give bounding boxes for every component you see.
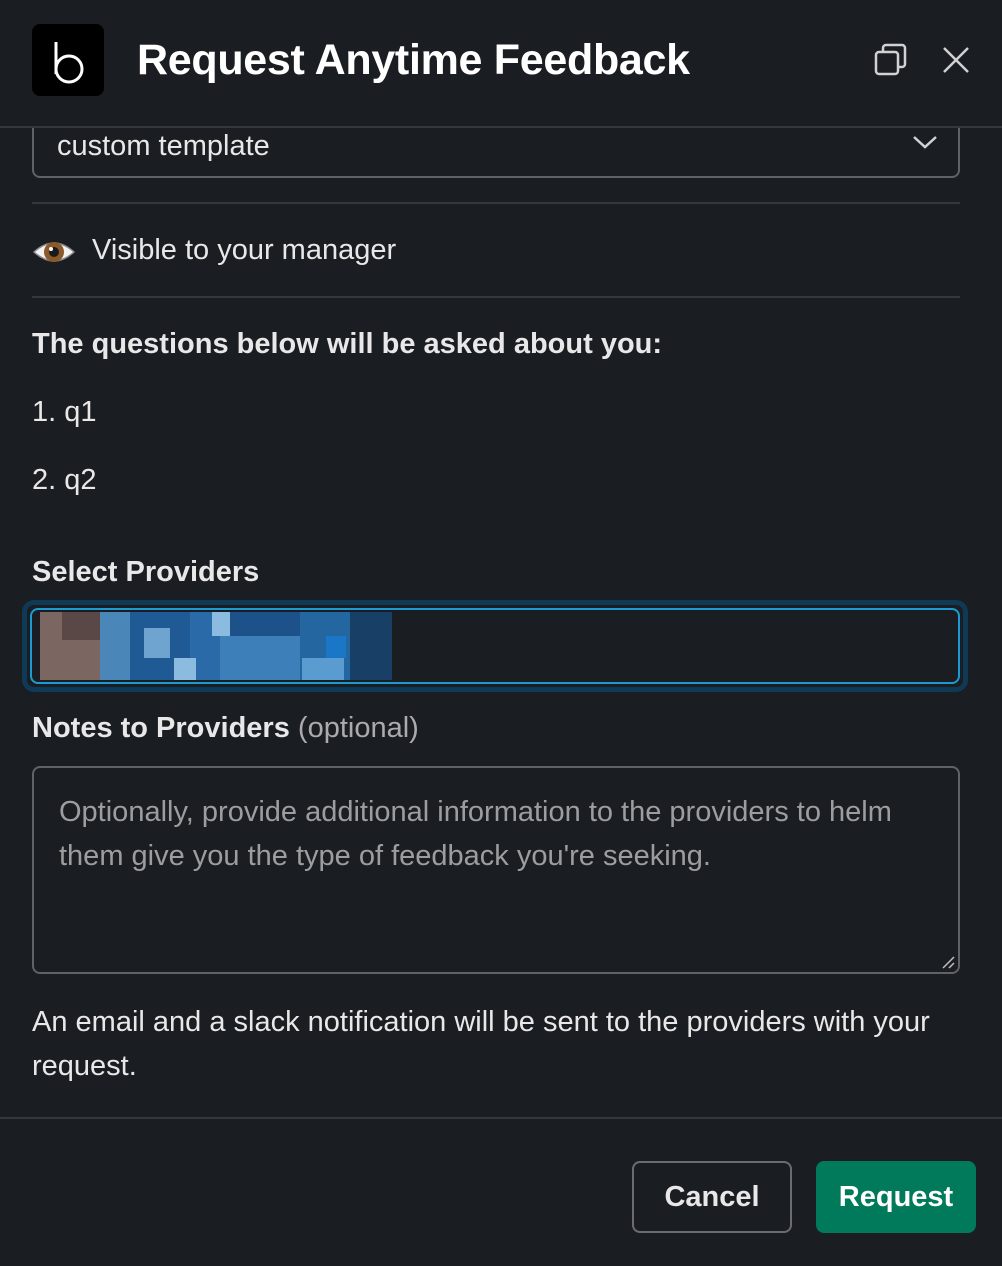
providers-select-input[interactable] [22,600,968,692]
close-icon[interactable] [936,40,976,80]
questions-heading: The questions below will be asked about … [32,328,663,360]
question-item: 2. q2 [32,464,97,496]
modal-title: Request Anytime Feedback [137,36,690,84]
modal-header: Request Anytime Feedback [0,0,1002,128]
template-select-value: custom template [57,130,270,162]
notes-label: Notes to Providers (optional) [32,712,419,745]
resize-handle-icon[interactable] [940,954,956,970]
providers-label: Select Providers [32,556,260,588]
divider [32,296,960,298]
app-logo [32,24,104,96]
notes-placeholder: Optionally, provide additional informati… [59,796,892,872]
eye-icon [32,242,76,262]
cancel-button[interactable]: Cancel [632,1161,792,1233]
divider [32,202,960,204]
optional-tag: (optional) [297,712,419,744]
selected-provider-chip[interactable] [40,612,392,680]
question-item: 1. q1 [32,396,97,428]
notification-note: An email and a slack notification will b… [32,1006,930,1082]
expand-window-icon[interactable] [870,40,910,80]
notes-label-text: Notes to Providers [32,712,290,744]
visibility-text: Visible to your manager [92,234,397,266]
chevron-down-icon [913,136,937,149]
request-button[interactable]: Request [816,1161,976,1233]
notes-textarea[interactable]: Optionally, provide additional informati… [32,766,960,974]
modal-footer: Cancel Request [0,1117,1002,1266]
